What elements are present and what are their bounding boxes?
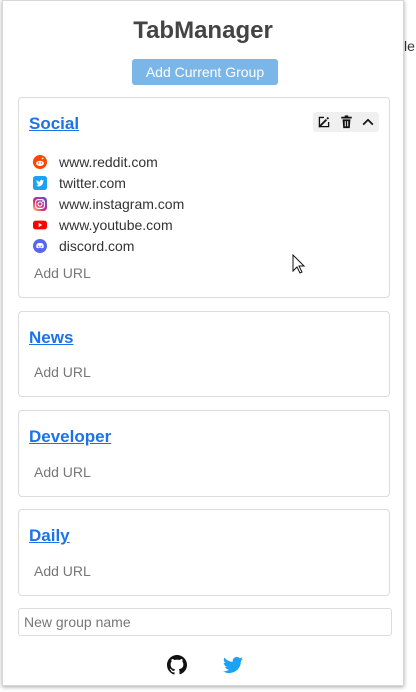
edit-icon[interactable] [316,114,332,130]
url-text: discord.com [59,237,135,254]
github-icon[interactable] [167,655,187,675]
group-toolbar [313,112,379,132]
group-title-developer[interactable]: Developer [29,427,111,447]
group-card-news: News Add URL [18,311,390,397]
instagram-icon [33,196,47,211]
reddit-icon [33,154,47,169]
group-card-daily: Daily Add URL [18,509,390,596]
add-current-group-button[interactable]: Add Current Group [132,59,278,85]
chevron-up-icon[interactable] [360,114,376,130]
url-item[interactable]: www.youtube.com [33,214,184,235]
new-group-name-input[interactable] [18,608,392,636]
add-url-input[interactable]: Add URL [34,364,91,380]
tabmanager-popup: TabManager Add Current Group Social www.… [2,0,404,686]
add-url-input[interactable]: Add URL [34,265,91,281]
group-title-social[interactable]: Social [29,114,79,134]
group-card-developer: Developer Add URL [18,410,390,497]
background-page-text: le [404,38,415,54]
group-title-daily[interactable]: Daily [29,526,70,546]
add-url-input[interactable]: Add URL [34,563,91,579]
app-title: TabManager [133,17,273,44]
url-list: www.reddit.com twitter.com www.instagram… [33,151,184,256]
add-url-input[interactable]: Add URL [34,464,91,480]
url-item[interactable]: twitter.com [33,172,184,193]
url-item[interactable]: discord.com [33,235,184,256]
url-item[interactable]: www.instagram.com [33,193,184,214]
url-text: twitter.com [59,174,126,191]
group-title-news[interactable]: News [29,328,73,348]
url-text: www.youtube.com [59,216,173,233]
trash-icon[interactable] [338,114,354,130]
youtube-icon [33,218,47,232]
mouse-cursor-icon [292,253,306,279]
url-text: www.instagram.com [59,195,185,212]
discord-icon [33,238,47,253]
twitter-icon[interactable] [223,655,243,675]
url-text: www.reddit.com [59,153,158,170]
group-card-social: Social www.reddit.com twitter.com www.in… [18,97,390,298]
twitter-icon [33,175,47,190]
url-item[interactable]: www.reddit.com [33,151,184,172]
